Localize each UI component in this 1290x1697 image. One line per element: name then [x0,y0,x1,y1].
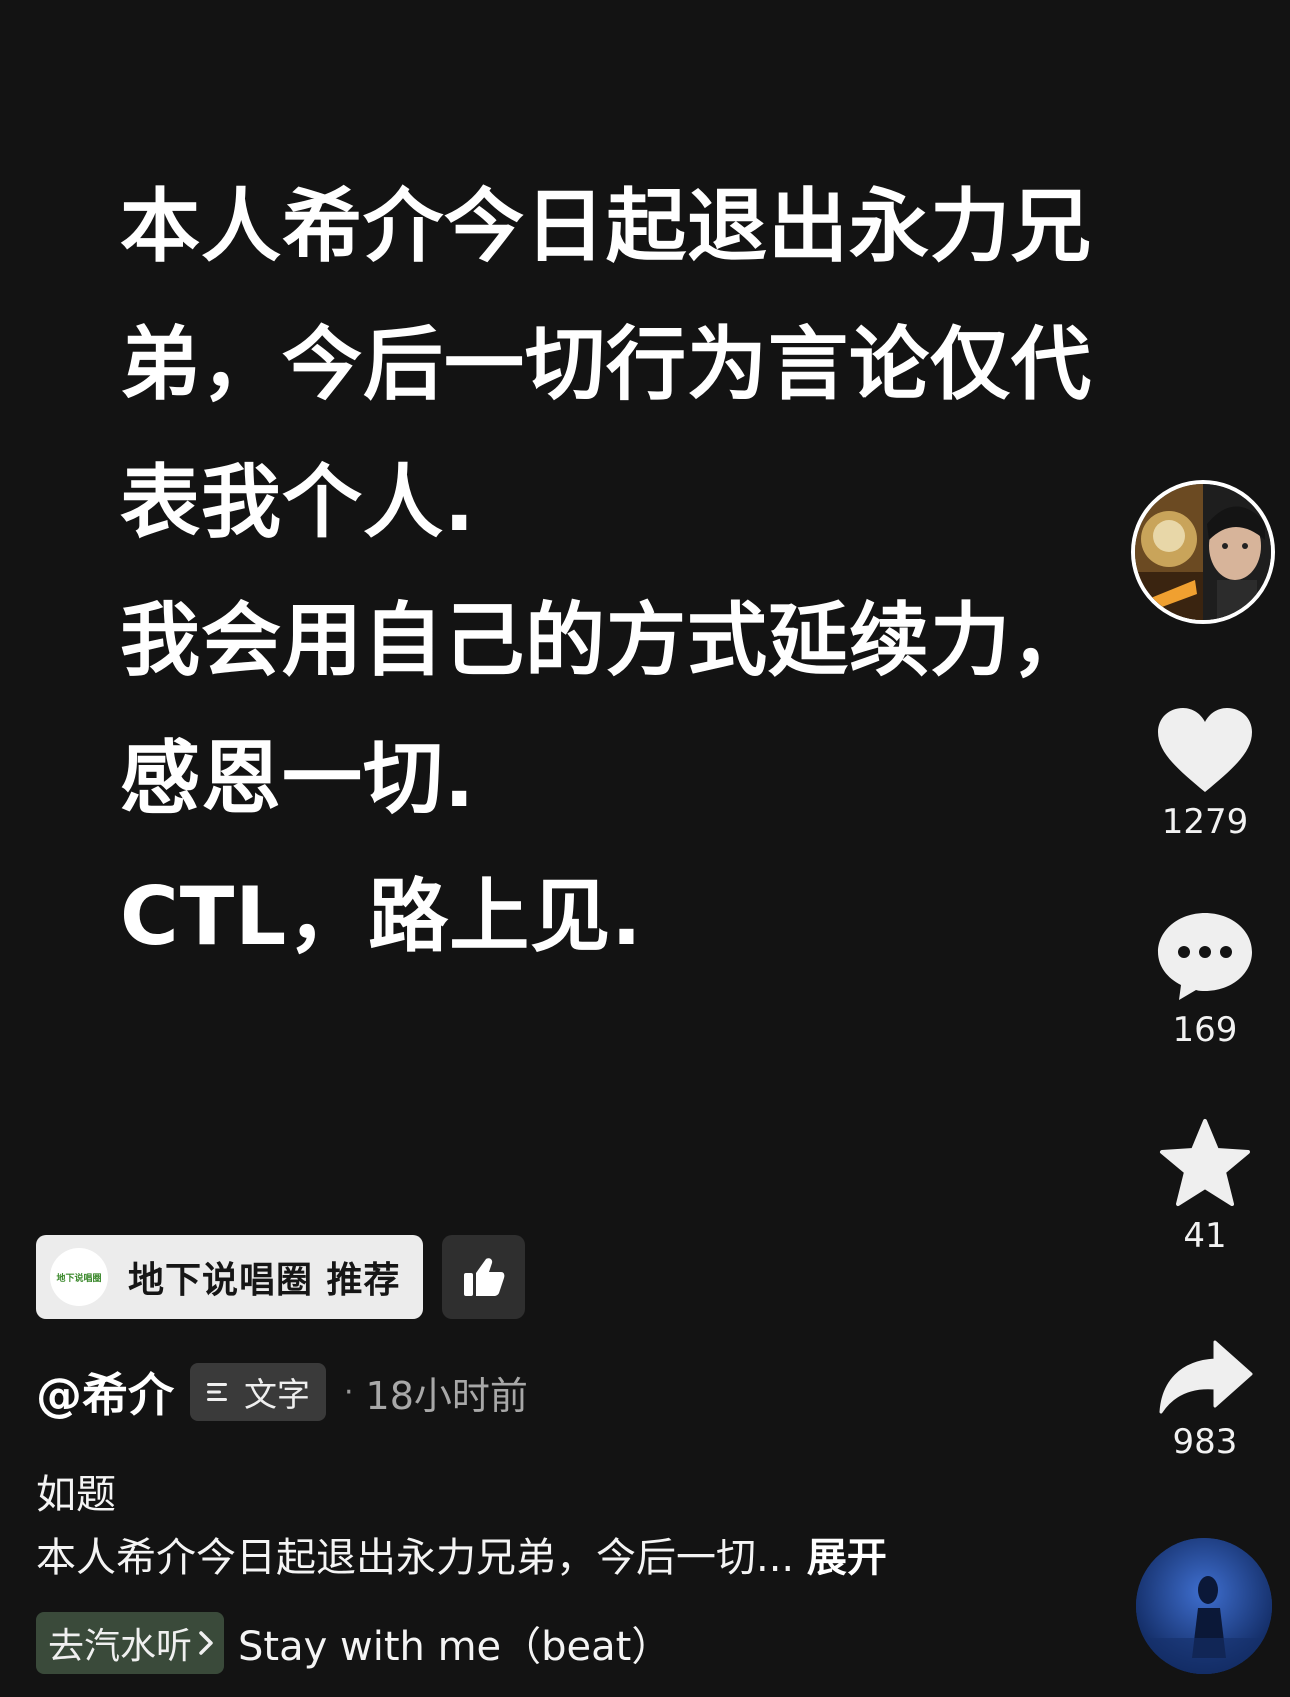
recommendation-chip[interactable]: 地下说唱圈 地下说唱圈 推荐 [36,1235,423,1319]
caption-text: 本人希介今日起退出永力兄弟，今后一切... [36,1535,795,1581]
post-text-line: 表我个人. [120,456,476,549]
post-text-line: CTL，路上见. [120,870,643,963]
expand-button[interactable]: 展开 [807,1535,887,1581]
music-disc[interactable] [1136,1538,1272,1674]
rec-logo-text: 地下说唱圈 [56,1273,102,1284]
avatar-image [1135,484,1271,620]
separator-dot: · [344,1374,354,1410]
post-time: 18小时前 [365,1373,528,1418]
share-count: 983 [1172,1422,1238,1462]
text-lines-icon [207,1383,227,1401]
music-cover-image [1136,1538,1272,1674]
author-row: @希介 文字 · 18小时前 [36,1362,528,1422]
music-row: 去汽水听 Stay with me（beat） [36,1612,671,1674]
rec-label: 地下说唱圈 推荐 [128,1260,401,1301]
text-tag-chip[interactable]: 文字 [190,1363,326,1421]
share-button[interactable]: 983 [1140,1340,1270,1462]
listen-on-qishui-button[interactable]: 去汽水听 [36,1612,225,1674]
caption-body: 本人希介今日起退出永力兄弟，今后一切... 展开 [36,1525,1036,1583]
post-text-line: 本人希介今日起退出永力兄 [120,180,1092,273]
post-text-line: 弟，今后一切行为言论仅代 [120,318,1092,411]
share-arrow-icon [1159,1340,1253,1414]
post-text-line: 感恩一切. [120,732,476,825]
favorite-count: 41 [1183,1216,1227,1256]
chevron-right-icon [199,1631,213,1655]
author-avatar[interactable] [1131,480,1275,624]
star-icon [1160,1119,1250,1206]
thumbs-up-button[interactable] [442,1235,525,1319]
post-text-block: 本人希介今日起退出永力兄 弟，今后一切行为言论仅代 表我个人. 我会用自己的方式… [120,158,1180,986]
song-title[interactable]: Stay with me（beat） [238,1614,671,1672]
rec-channel-logo: 地下说唱圈 [50,1248,108,1306]
comment-button[interactable]: 169 [1140,910,1270,1050]
heart-icon [1158,708,1252,792]
listen-chip-label: 去汽水听 [48,1626,193,1667]
like-count: 1279 [1161,802,1249,842]
post-text-line: 我会用自己的方式延续力， [120,594,1092,687]
thumbs-up-icon [463,1258,504,1296]
video-screen[interactable]: 本人希介今日起退出永力兄 弟，今后一切行为言论仅代 表我个人. 我会用自己的方式… [0,0,1290,1697]
comment-count: 169 [1172,1010,1238,1050]
like-button[interactable]: 1279 [1140,706,1270,842]
comment-bubble-icon [1158,913,1252,1000]
favorite-button[interactable]: 41 [1140,1118,1270,1256]
author-name[interactable]: @希介 [36,1359,174,1425]
caption-title: 如题 [36,1472,116,1518]
text-tag-label: 文字 [244,1375,310,1414]
